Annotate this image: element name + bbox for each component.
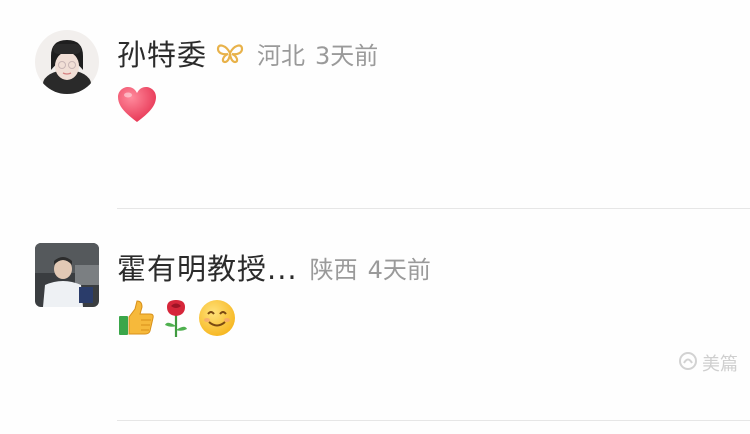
comment-header: 霍有明教授... 陕西 4天前 [117, 247, 431, 287]
comment-time: 4天前 [367, 255, 431, 284]
commenter-name[interactable]: 霍有明教授... [117, 246, 298, 288]
thumbs-up-icon [117, 299, 155, 341]
smile-icon [197, 298, 237, 342]
butterfly-badge-icon [215, 42, 245, 64]
comment-content [117, 298, 237, 342]
comment-list: 孙特委 河北 3天前 霍有明教授... 陕西 4天前 美篇 [0, 0, 750, 434]
watermark-text: 美篇 [702, 354, 738, 375]
meipian-logo-icon [678, 351, 698, 376]
comment-content [117, 86, 157, 128]
commenter-name[interactable]: 孙特委 [117, 32, 207, 74]
divider [117, 208, 750, 209]
rose-icon [161, 298, 191, 342]
heart-icon [117, 86, 157, 128]
comment-time: 3天前 [315, 41, 379, 70]
avatar[interactable] [35, 243, 99, 307]
commenter-location: 陕西 [309, 255, 358, 284]
avatar[interactable] [35, 30, 99, 94]
divider [117, 420, 750, 421]
watermark: 美篇 [678, 350, 738, 376]
comment-header: 孙特委 河北 3天前 [117, 33, 378, 73]
commenter-location: 河北 [257, 41, 306, 70]
